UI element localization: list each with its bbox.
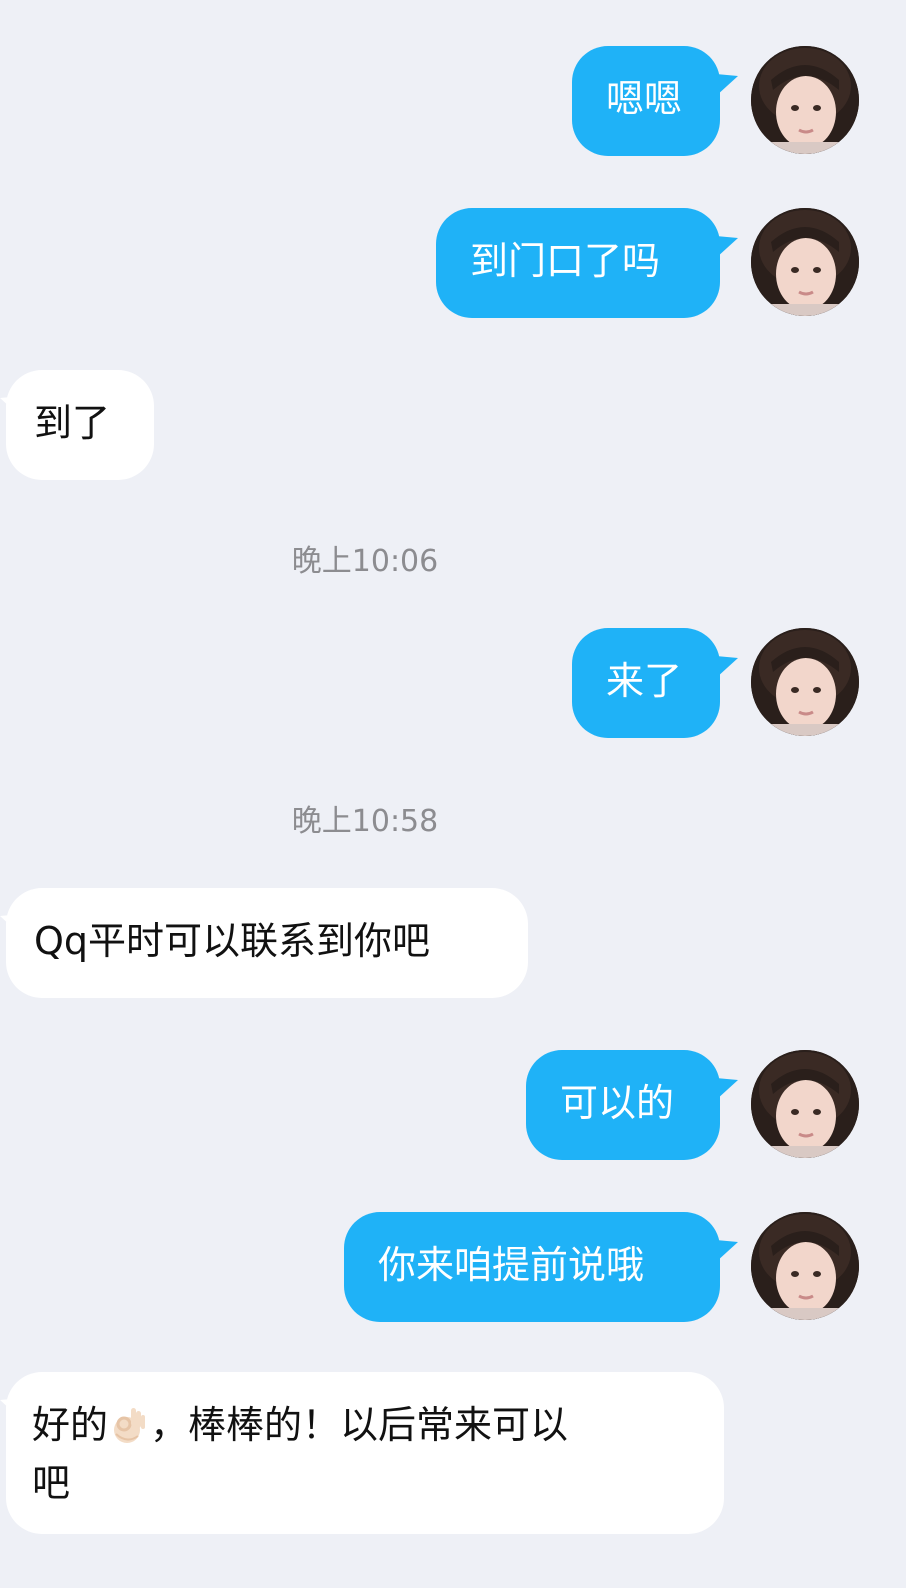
timestamp: 晚上10:58 bbox=[291, 804, 439, 839]
message-bubble[interactable]: 你来咱提前说哦 bbox=[344, 1212, 720, 1322]
message-bubble[interactable]: 到了 bbox=[6, 370, 154, 480]
bubble-tail bbox=[716, 1240, 738, 1262]
avatar-portrait-icon bbox=[751, 1050, 859, 1158]
message-bubble[interactable]: Qq平时可以联系到你吧 bbox=[6, 888, 528, 998]
avatar[interactable] bbox=[751, 1212, 859, 1320]
bubble-tail bbox=[716, 656, 738, 678]
message-text: 嗯嗯 bbox=[606, 77, 683, 121]
avatar-portrait-icon bbox=[751, 208, 859, 316]
message-line: 好的 ，棒棒的！以后常来可以 bbox=[32, 1396, 694, 1454]
message-text: 到了 bbox=[34, 401, 111, 445]
message-text: Qq平时可以联系到你吧 bbox=[34, 919, 431, 963]
message-bubble[interactable]: 好的 ，棒棒的！以后常来可以 吧 bbox=[6, 1372, 724, 1534]
message-text: ，棒棒的！以后常来可以 bbox=[150, 1403, 569, 1447]
message-text: 到门口了吗 bbox=[470, 239, 661, 283]
timestamp: 晚上10:06 bbox=[291, 544, 439, 579]
bubble-tail bbox=[716, 236, 738, 258]
message-text: 可以的 bbox=[560, 1081, 675, 1125]
message-bubble[interactable]: 嗯嗯 bbox=[572, 46, 720, 156]
avatar-portrait-icon bbox=[751, 1212, 859, 1320]
message-text: 好的 bbox=[32, 1403, 109, 1447]
message-text: 你来咱提前说哦 bbox=[378, 1243, 645, 1287]
bubble-tail bbox=[716, 74, 738, 96]
avatar[interactable] bbox=[751, 628, 859, 736]
avatar[interactable] bbox=[751, 46, 859, 154]
avatar-portrait-icon bbox=[751, 46, 859, 154]
avatar[interactable] bbox=[751, 208, 859, 316]
bubble-tail bbox=[716, 1078, 738, 1100]
ok-hand-emoji-icon bbox=[114, 1408, 146, 1443]
message-bubble[interactable]: 到门口了吗 bbox=[436, 208, 720, 318]
message-bubble[interactable]: 来了 bbox=[572, 628, 720, 738]
message-text: 来了 bbox=[606, 659, 683, 703]
avatar-portrait-icon bbox=[751, 628, 859, 736]
chat-window: 嗯嗯 到门口了吗 到了 晚上10:06 来了 晚上10:58 Qq平时可以联系到… bbox=[0, 0, 906, 1588]
avatar[interactable] bbox=[751, 1050, 859, 1158]
message-line: 吧 bbox=[32, 1461, 71, 1505]
message-bubble[interactable]: 可以的 bbox=[526, 1050, 720, 1160]
